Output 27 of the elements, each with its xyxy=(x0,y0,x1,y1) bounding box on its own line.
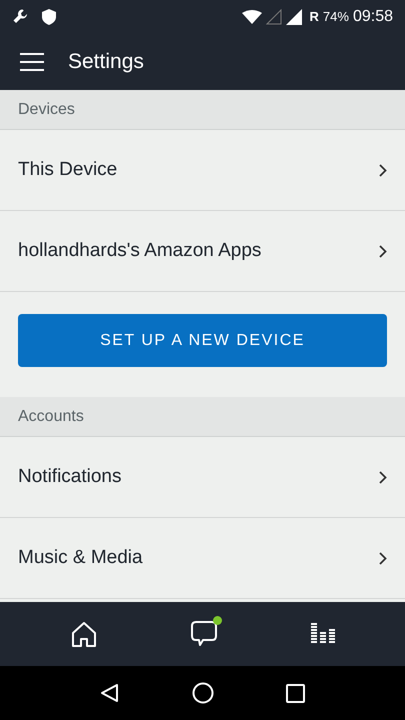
home-circle-icon[interactable] xyxy=(192,682,214,704)
roaming-indicator: R xyxy=(310,8,319,26)
signal-icon xyxy=(286,9,302,25)
wrench-icon xyxy=(12,8,30,26)
wifi-icon xyxy=(242,10,262,24)
settings-row[interactable]: Notifications xyxy=(0,437,405,518)
signal-icon xyxy=(266,9,282,25)
clock: 09:58 xyxy=(352,7,393,27)
home-icon xyxy=(70,620,96,648)
settings-row[interactable]: hollandhards's Amazon Apps xyxy=(0,211,405,292)
chevron-right-icon xyxy=(379,164,387,176)
settings-row[interactable]: Music & Media xyxy=(0,518,405,599)
battery-percent: 74% xyxy=(322,8,349,26)
recents-icon[interactable] xyxy=(286,684,305,702)
settings-row[interactable]: This Device xyxy=(0,130,405,211)
shield-icon xyxy=(42,9,56,25)
screen-title: Settings xyxy=(68,49,144,76)
chevron-right-icon xyxy=(379,552,387,564)
setup-device-button[interactable]: SET UP A NEW DEVICE xyxy=(18,314,387,367)
chevron-right-icon xyxy=(379,244,387,258)
section-header: Devices xyxy=(0,90,405,130)
chevron-right-icon xyxy=(379,470,387,484)
equalizer-icon xyxy=(310,623,334,645)
back-icon[interactable] xyxy=(100,683,120,703)
section-header: Accounts xyxy=(0,397,405,437)
menu-icon[interactable] xyxy=(20,53,44,71)
chat-bubble-icon xyxy=(190,620,218,648)
